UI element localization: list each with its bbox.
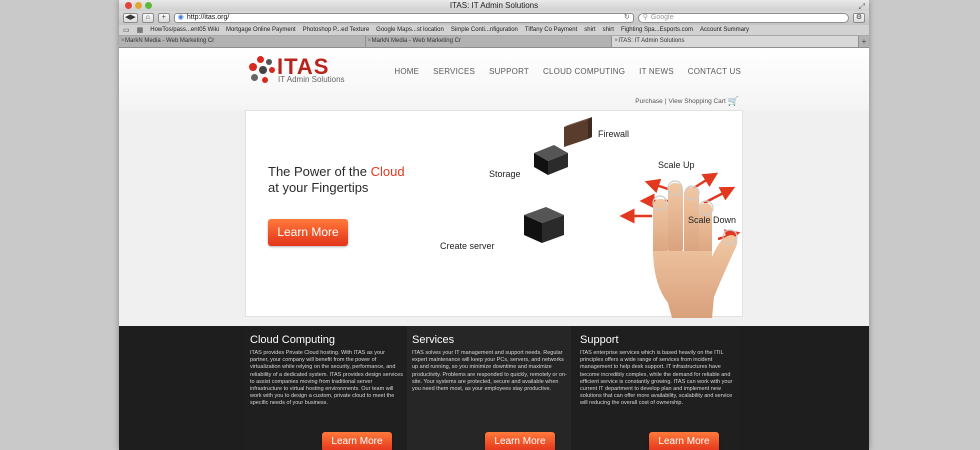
logo-dots-icon (247, 56, 279, 86)
services-learn-more-button[interactable]: Learn More (485, 432, 555, 450)
column-title: Services (412, 334, 455, 346)
webpage: ITAS IT Admin Solutions HOME SERVICES SU… (119, 48, 869, 450)
column-title: Cloud Computing (250, 334, 335, 346)
hero-headline-post: at your Fingertips (268, 180, 369, 195)
new-tab-icon[interactable]: + (859, 36, 869, 47)
view-cart-link[interactable]: View Shopping Cart (668, 98, 725, 105)
server-icon (524, 207, 564, 243)
url-text: http://itas.org/ (186, 14, 230, 21)
column-title: Support (580, 334, 619, 346)
nav-services[interactable]: SERVICES (433, 67, 475, 76)
bookmark-item[interactable]: shirt (603, 27, 614, 33)
close-window-button[interactable] (125, 2, 132, 9)
window-controls (125, 2, 152, 9)
site-header: ITAS IT Admin Solutions HOME SERVICES SU… (119, 48, 869, 110)
features-section: Cloud Computing ITAS provides Private Cl… (119, 326, 869, 450)
home-button[interactable]: ⌂ (141, 13, 154, 23)
bookmark-item[interactable]: shirt (584, 27, 595, 33)
tab-markn-1[interactable]: × MarkN Media - Web Marketing Cr (119, 36, 366, 47)
storage-label: Storage (489, 169, 521, 179)
site-favicon-icon: ◉ (177, 14, 184, 21)
title-bar: ITAS: IT Admin Solutions ⤢ (119, 0, 869, 11)
column-text: ITAS solves your IT management and suppo… (412, 350, 567, 393)
nav-it-news[interactable]: IT NEWS (639, 67, 674, 76)
close-tab-icon[interactable]: × (368, 36, 372, 47)
site-logo[interactable]: ITAS IT Admin Solutions (247, 54, 362, 86)
shopping-cart-icon[interactable]: 🛒 (728, 96, 739, 107)
bookmark-item[interactable]: Google Maps...st location (376, 27, 444, 33)
add-bookmark-button[interactable]: + (157, 13, 170, 23)
tab-label: MarkN Media - Web Marketing Cr (371, 38, 461, 44)
nav-cloud-computing[interactable]: CLOUD COMPUTING (543, 67, 625, 76)
bookmark-item[interactable]: Simple Conti...nfiguration (451, 27, 518, 33)
tab-bar: × MarkN Media - Web Marketing Cr × MarkN M… (119, 36, 869, 48)
bookmark-item[interactable]: Mortgage Online Payment (226, 27, 296, 33)
cloud-learn-more-button[interactable]: Learn More (322, 432, 392, 450)
tab-label: MarkN Media - Web Marketing Cr (125, 38, 215, 44)
cart-links: Purchase | View Shopping Cart 🛒 (635, 96, 739, 107)
hero-learn-more-button[interactable]: Learn More (268, 219, 348, 246)
browser-toolbar: ◀▶ ⌂ + ◉ http://itas.org/ ↻ ⚲ Google ⚙ (119, 11, 869, 25)
support-learn-more-button[interactable]: Learn More (649, 432, 719, 450)
scale-down-label: Scale Down (688, 215, 737, 225)
window-title: ITAS: IT Admin Solutions (449, 1, 539, 10)
bookmark-item[interactable]: Fighting Spa...Esports.com (621, 27, 693, 33)
minimize-window-button[interactable] (135, 2, 142, 9)
settings-gear-icon[interactable]: ⚙ (853, 13, 865, 23)
firewall-icon (564, 117, 592, 147)
back-button[interactable]: ◀▶ (123, 13, 138, 23)
zoom-window-button[interactable] (145, 2, 152, 9)
hero-headline-pre: The Power of the (268, 164, 371, 179)
tab-markn-2[interactable]: × MarkN Media - Web Marketing Cr (366, 36, 613, 47)
bookmark-item[interactable]: Tiffany Co Payment (525, 27, 577, 33)
column-text: ITAS provides Private Cloud hosting. Wit… (250, 350, 404, 407)
create-server-label: Create server (440, 241, 495, 251)
purchase-link[interactable]: Purchase (635, 98, 662, 105)
firewall-label: Firewall (598, 129, 630, 139)
bookmark-item[interactable]: HowTos/pass...ent05 Wiki (150, 27, 219, 33)
bookmark-item[interactable]: Account Summary (700, 27, 749, 33)
bookmarks-bar: ▭ ▦ HowTos/pass...ent05 Wiki Mortgage On… (119, 25, 869, 36)
tab-label: ITAS: IT Admin Solutions (618, 38, 685, 44)
cart-separator: | (664, 98, 667, 105)
hero-headline-accent: Cloud (370, 164, 405, 179)
column-text: ITAS enterprise services which is based … (580, 350, 733, 407)
search-placeholder: Google (650, 14, 674, 21)
close-tab-icon[interactable]: × (121, 36, 125, 47)
services-column: Services ITAS solves your IT management … (407, 326, 571, 450)
address-bar[interactable]: ◉ http://itas.org/ ↻ (173, 13, 634, 23)
support-column: Support ITAS enterprise services which i… (575, 326, 739, 450)
storage-icon (534, 145, 568, 175)
nav-contact-us[interactable]: CONTACT US (688, 67, 741, 76)
hero-headline: The Power of the Cloud at your Fingertip… (268, 164, 438, 196)
bookmark-item[interactable]: Photoshop P...ed Texture (303, 27, 370, 33)
show-all-bookmarks-icon[interactable]: ▦ (137, 26, 144, 34)
reload-icon[interactable]: ↻ (624, 14, 630, 22)
search-input[interactable]: ⚲ Google (637, 13, 849, 23)
scale-up-label: Scale Up (658, 160, 695, 170)
nav-support[interactable]: SUPPORT (489, 67, 529, 76)
close-tab-icon[interactable]: × (614, 36, 618, 47)
fullscreen-icon[interactable]: ⤢ (859, 1, 865, 12)
main-nav: HOME SERVICES SUPPORT CLOUD COMPUTING IT… (394, 67, 741, 76)
hero-banner: The Power of the Cloud at your Fingertip… (245, 110, 743, 318)
cloud-computing-column: Cloud Computing ITAS provides Private Cl… (245, 326, 409, 450)
logo-subtitle: IT Admin Solutions (278, 75, 345, 84)
nav-home[interactable]: HOME (394, 67, 419, 76)
tab-itas[interactable]: × ITAS: IT Admin Solutions (612, 36, 860, 47)
hand-shape (652, 183, 738, 318)
reading-list-icon[interactable]: ▭ (123, 26, 130, 34)
search-icon: ⚲ (642, 14, 648, 21)
browser-window: ITAS: IT Admin Solutions ⤢ ◀▶ ⌂ + ◉ http… (119, 0, 869, 450)
